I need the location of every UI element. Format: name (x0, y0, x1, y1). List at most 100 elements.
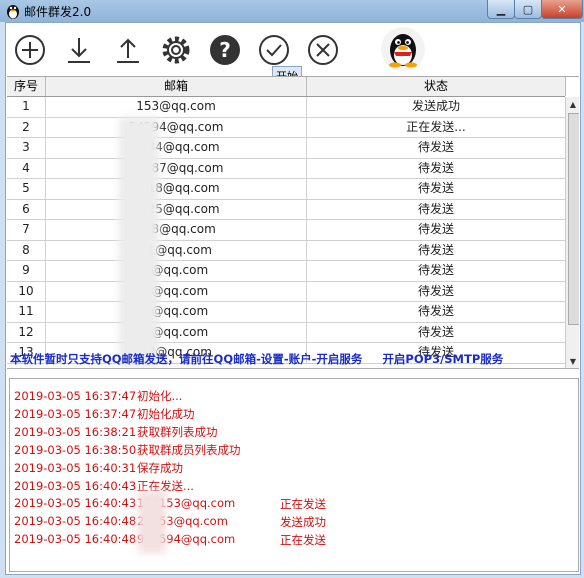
row-email: 54594@qq.com (46, 117, 307, 137)
start-button[interactable] (257, 33, 291, 67)
table-row[interactable]: 8 01@qq.com 待发送 (7, 240, 566, 261)
smtp-link[interactable]: 开启POP3/SMTP服务 (382, 352, 503, 366)
table-row[interactable]: 11 5@qq.com 待发送 (7, 302, 566, 323)
log-time: 2019-03-05 16:37:47 (14, 407, 137, 421)
row-index: 11 (7, 302, 46, 322)
log-time: 2019-03-05 16:40:48 (14, 532, 137, 546)
table-body: 1 153@qq.com 发送成功 2 54594@qq.com 正在发送... 3 18… (7, 97, 566, 364)
notice-text: 本软件暂时只支持QQ邮箱发送，请前往QQ邮箱-设置-账户-开启服务 (10, 352, 363, 366)
table-row[interactable]: 12 6@qq.com 待发送 (7, 322, 566, 343)
log-panel: 2019-03-05 16:37:47初始化... 2019-03-05 16:… (9, 378, 579, 572)
column-header-index[interactable]: 序号 (7, 77, 46, 96)
log-status: 发送成功 (280, 515, 326, 529)
table-row[interactable]: 6 5125@qq.com 待发送 (7, 199, 566, 220)
maximize-button[interactable]: ▢ (514, 0, 542, 19)
log-message: 初始化... (137, 389, 183, 403)
row-status: 待发送 (307, 220, 566, 240)
stop-button[interactable] (306, 33, 340, 67)
row-status: 待发送 (307, 179, 566, 199)
log-time: 2019-03-05 16:40:31 (14, 461, 137, 475)
row-email: 6@qq.com (46, 322, 307, 342)
log-line: 2019-03-05 16:38:21获取群列表成功 (14, 424, 218, 440)
table-row[interactable]: 1 153@qq.com 发送成功 (7, 97, 566, 118)
row-email: 5418@qq.com (46, 179, 307, 199)
row-email: 338@qq.com (46, 220, 307, 240)
row-status: 待发送 (307, 322, 566, 342)
row-status: 待发送 (307, 281, 566, 301)
row-index: 10 (7, 281, 46, 301)
table-header: 序号 邮箱 状态 (7, 77, 566, 97)
close-window-button[interactable]: ✕ (541, 0, 583, 19)
minimize-button[interactable]: ▁ (487, 0, 515, 19)
scroll-up-icon[interactable]: ▲ (566, 97, 579, 111)
column-header-email[interactable]: 邮箱 (46, 77, 307, 96)
row-index: 12 (7, 322, 46, 342)
row-email: 5125@qq.com (46, 199, 307, 219)
plus-circle-icon (15, 35, 45, 65)
gear-icon (162, 36, 190, 64)
toolbar: ? 开始 (6, 23, 580, 86)
import-button[interactable] (62, 33, 96, 67)
log-time: 2019-03-05 16:40:43 (14, 496, 137, 510)
log-line: 2019-03-05 16:38:50获取群成员列表成功 (14, 442, 241, 458)
row-email: 4@qq.com (46, 261, 307, 281)
row-status: 待发送 (307, 199, 566, 219)
table-row[interactable]: 3 1834@qq.com 待发送 (7, 138, 566, 159)
log-time: 2019-03-05 16:38:21 (14, 425, 137, 439)
add-button[interactable] (13, 33, 47, 67)
app-window: 邮件群发2.0 ▁ ▢ ✕ ? 序号 邮箱 状态 1 153@qq.com 发送… (0, 0, 584, 578)
column-header-status[interactable]: 状态 (307, 77, 566, 96)
table-scrollbar[interactable]: ▲ ▼ (565, 97, 579, 368)
row-email: 5@qq.com (46, 302, 307, 322)
row-status: 待发送 (307, 261, 566, 281)
table-row[interactable]: 10 9@qq.com 待发送 (7, 281, 566, 302)
scrollbar-thumb[interactable] (568, 113, 579, 325)
privacy-blur (138, 491, 166, 553)
log-message: 初始化成功 (137, 407, 195, 421)
svg-text:?: ? (219, 38, 231, 62)
row-index: 7 (7, 220, 46, 240)
log-time: 2019-03-05 16:40:48 (14, 514, 137, 528)
title-bar[interactable]: 邮件群发2.0 ▁ ▢ ✕ (0, 0, 584, 22)
row-email: 9@qq.com (46, 281, 307, 301)
qq-penguin-icon (6, 3, 20, 19)
table-row[interactable]: 4 94087@qq.com 待发送 (7, 158, 566, 179)
help-button[interactable]: ? (208, 33, 242, 67)
qq-button[interactable] (381, 27, 425, 71)
log-line: 2019-03-05 16:40:31保存成功 (14, 460, 183, 476)
table-row[interactable]: 2 54594@qq.com 正在发送... (7, 117, 566, 138)
log-line: 2019-03-05 16:40:4822153@qq.com 发送成功 (14, 514, 326, 529)
row-index: 3 (7, 138, 46, 158)
privacy-blur (119, 117, 159, 367)
log-time: 2019-03-05 16:40:43 (14, 479, 137, 493)
table-row[interactable]: 5 5418@qq.com 待发送 (7, 179, 566, 200)
question-icon: ? (210, 35, 240, 65)
email-table: 序号 邮箱 状态 1 153@qq.com 发送成功 2 54594@qq.com 正在… (7, 76, 579, 369)
row-index: 6 (7, 199, 46, 219)
row-email: 94087@qq.com (46, 158, 307, 178)
log-status: 正在发送 (280, 497, 326, 511)
row-status: 待发送 (307, 158, 566, 178)
row-index: 2 (7, 117, 46, 137)
notice-bar: 本软件暂时只支持QQ邮箱发送，请前往QQ邮箱-设置-账户-开启服务 开启POP3… (10, 351, 580, 367)
upload-arrow-icon (117, 38, 139, 63)
row-email: 153@qq.com (46, 97, 307, 117)
log-message: 获取群列表成功 (137, 425, 218, 439)
export-button[interactable] (111, 33, 145, 67)
row-status: 发送成功 (307, 97, 566, 117)
settings-button[interactable] (159, 33, 193, 67)
log-line: 2019-03-05 16:37:47初始化... (14, 388, 182, 404)
log-line: 2019-03-05 16:37:47初始化成功 (14, 406, 195, 422)
x-circle-icon (308, 35, 338, 65)
log-line: 2019-03-05 16:40:48954594@qq.com 正在发送 (14, 532, 326, 547)
table-row[interactable]: 9 4@qq.com 待发送 (7, 261, 566, 282)
row-email: 01@qq.com (46, 240, 307, 260)
row-index: 9 (7, 261, 46, 281)
table-row[interactable]: 7 338@qq.com 待发送 (7, 220, 566, 241)
log-line: 2019-03-05 16:40:43正在发送... (14, 478, 194, 494)
log-status: 正在发送 (280, 533, 326, 547)
row-status: 待发送 (307, 138, 566, 158)
main-panel: ? 开始 序号 邮箱 状态 1153@qq.com发送成功 254594@qq.… (5, 22, 581, 575)
log-time: 2019-03-05 16:38:50 (14, 443, 137, 457)
row-status: 待发送 (307, 240, 566, 260)
